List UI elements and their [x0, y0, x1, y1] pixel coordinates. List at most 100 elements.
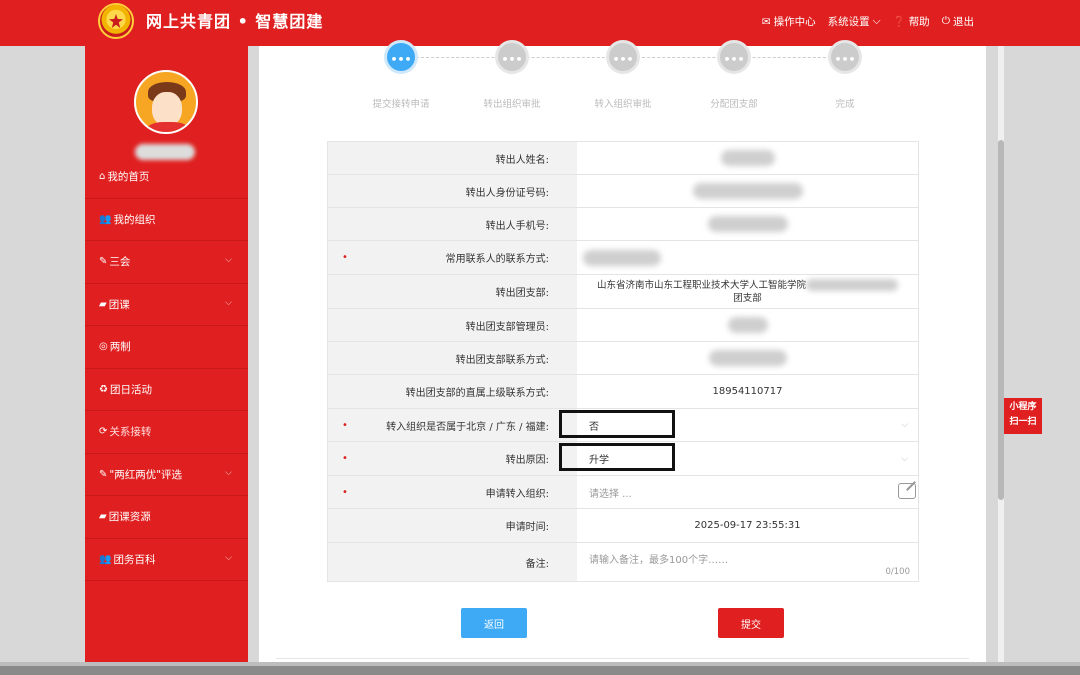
avatar-body: [146, 122, 190, 132]
power-icon: ⏻: [941, 15, 950, 27]
field-label: 常用联系人的联系方式:: [445, 254, 549, 265]
step-in-approval: ••• 转入组织审批: [573, 40, 673, 110]
redacted-value: [727, 317, 768, 333]
top-header: 网上共青团 • 智慧团建 ✉ 操作中心 系统设置 ⌵ ❓ 帮助 ⏻ 退出: [0, 0, 1080, 46]
step-assign-branch: ••• 分配团支部: [684, 40, 784, 110]
step-submit: ••• 提交接转申请: [351, 40, 451, 110]
sidebar-item-my-org[interactable]: 👥 我的组织: [85, 199, 248, 241]
sidebar-item-encyclopedia[interactable]: 👥 团务百科 ⌵: [85, 539, 248, 581]
recycle-icon: ♻: [99, 383, 108, 395]
required-marker: •: [342, 486, 348, 498]
target-org-inner: 请选择 ...: [577, 476, 918, 508]
sidebar-item-label: 我的组织: [113, 213, 156, 226]
region-select[interactable]: 否 ⌵: [559, 409, 918, 441]
chevron-down-icon: ⌵: [225, 255, 232, 265]
form-row-phone: 转出人手机号:: [328, 208, 918, 241]
sidebar-item-transfer[interactable]: ⟳ 关系接转: [85, 411, 248, 454]
branch-value-line2: 团支部: [733, 292, 762, 304]
form-row-region: • 转入组织是否属于北京 / 广东 / 福建: 否 ⌵: [328, 409, 918, 442]
field-label: 申请时间:: [328, 509, 577, 542]
menu-system-settings[interactable]: 系统设置 ⌵: [828, 14, 881, 29]
field-label: 转出人身份证号码:: [328, 175, 577, 207]
menu-help[interactable]: ❓ 帮助: [893, 14, 930, 29]
reason-select[interactable]: 升学 ⌵: [559, 442, 918, 475]
redacted-value: [720, 150, 775, 166]
sidebar-item-label: 三会: [109, 256, 131, 269]
sidebar-item-two-systems[interactable]: ◎ 两制: [85, 326, 248, 369]
users-icon: 👥: [99, 553, 112, 565]
id-number-value: [577, 175, 918, 207]
menu-operation-center-label: 操作中心: [773, 16, 816, 28]
form-row-reason: • 转出原因: 升学 ⌵: [328, 442, 918, 476]
form-row-id: 转出人身份证号码:: [328, 175, 918, 208]
step-label: 转入组织审批: [594, 99, 652, 110]
apply-time-value: 2025-09-17 23:55:31: [694, 520, 801, 531]
menu-logout[interactable]: ⏻ 退出: [942, 14, 974, 29]
step-indicator: •••: [828, 40, 862, 74]
field-label-wrap: • 转入组织是否属于北京 / 广东 / 福建:: [328, 409, 577, 441]
form-row-branch-admin: 转出团支部管理员:: [328, 309, 918, 342]
field-label: 转出人姓名:: [328, 142, 577, 174]
target-icon: ◎: [99, 341, 108, 353]
avatar[interactable]: [134, 70, 198, 134]
back-button[interactable]: 返回: [461, 608, 527, 638]
step-indicator: •••: [606, 40, 640, 74]
sidebar-item-evaluation[interactable]: ✎ "两红两优"评选 ⌵: [85, 454, 248, 496]
mail-icon: ✉: [761, 15, 771, 28]
sidebar-item-lesson-resources[interactable]: ▰ 团课资源: [85, 496, 248, 539]
scrollbar-thumb[interactable]: [998, 140, 1004, 500]
field-label-wrap: • 转出原因:: [328, 442, 577, 475]
menu-help-label: 帮助: [908, 16, 930, 28]
submit-button[interactable]: 提交: [718, 608, 784, 638]
refresh-icon: ⟳: [99, 426, 108, 438]
sidebar-item-label: 团课资源: [108, 511, 151, 524]
field-label: 申请转入组织:: [485, 488, 549, 500]
branch-contact-value: [577, 342, 918, 374]
home-icon: ⌂: [99, 171, 106, 183]
field-label: 转出团支部联系方式:: [328, 342, 577, 374]
required-marker: •: [342, 453, 348, 464]
brand-title: 网上共青团 • 智慧团建: [146, 12, 324, 31]
form-row-branch: 转出团支部: 山东省济南市山东工程职业技术大学人工智能学院 团支部: [328, 275, 918, 309]
menu-operation-center[interactable]: ✉ 操作中心: [762, 14, 816, 29]
menu-system-settings-label: 系统设置: [827, 16, 870, 28]
help-icon: ❓: [892, 16, 906, 28]
target-org-picker[interactable]: 请选择 ...: [577, 476, 918, 508]
transferor-name-value: [577, 142, 918, 174]
form-row-remark: 备注: 请输入备注，最多100个字…… 0/100: [328, 543, 918, 581]
field-label: 转入组织是否属于北京 / 广东 / 福建:: [386, 421, 549, 433]
users-icon: 👥: [99, 213, 112, 225]
branch-value-line1: 山东省济南市山东工程职业技术大学人工智能学院: [597, 279, 898, 292]
sidebar-item-meetings[interactable]: ✎ 三会 ⌵: [85, 241, 248, 284]
remark-textarea[interactable]: 请输入备注，最多100个字…… 0/100: [577, 543, 918, 581]
sidebar-item-home[interactable]: ⌂ 我的首页: [85, 156, 248, 199]
sidebar-item-label: 两制: [109, 341, 131, 354]
sidebar-item-label: 团务百科: [113, 553, 156, 566]
chevron-down-icon: ⌵: [901, 420, 908, 430]
sidebar-item-lessons[interactable]: ▰ 团课 ⌵: [85, 284, 248, 326]
branch-name: 山东省济南市山东工程职业技术大学人工智能学院: [596, 279, 806, 291]
step-indicator: •••: [495, 40, 529, 74]
sidebar-item-league-day[interactable]: ♻ 团日活动: [85, 369, 248, 411]
bottom-strip-inner: [0, 662, 1080, 666]
field-label: 转出原因:: [505, 455, 549, 466]
edit-icon[interactable]: [898, 483, 916, 499]
main-panel: ••• 提交接转申请 ••• 转出组织审批 ••• 转入组织审批 ••• 分配团…: [259, 40, 986, 662]
step-indicator: •••: [384, 40, 418, 74]
transfer-form: 转出人姓名: 转出人身份证号码: 转出人手机号: • 常用联系人的联系方式: 转出…: [327, 141, 919, 582]
field-label: 转出人手机号:: [328, 208, 577, 240]
sidebar: ⌂ 我的首页 👥 我的组织 ✎ 三会 ⌵ ▰ 团课 ⌵ ◎ 两制 ♻ 团日活动 …: [85, 46, 248, 662]
required-marker: •: [342, 419, 348, 431]
sidebar-item-label: 团课: [108, 298, 130, 311]
redacted-value: [707, 216, 788, 232]
remark-counter: 0/100: [885, 567, 911, 577]
chevron-down-icon: ⌵: [225, 467, 232, 478]
avatar-face: [152, 92, 182, 126]
contact-input[interactable]: [577, 241, 918, 274]
field-label: 备注:: [328, 543, 577, 581]
redacted-value: [806, 279, 898, 291]
remark-placeholder: 请输入备注，最多100个字……: [589, 555, 729, 566]
step-out-approval: ••• 转出组织审批: [462, 40, 562, 110]
chevron-down-icon: ⌵: [225, 297, 232, 308]
mini-program-badge[interactable]: 小程序 扫一扫: [1004, 398, 1042, 434]
